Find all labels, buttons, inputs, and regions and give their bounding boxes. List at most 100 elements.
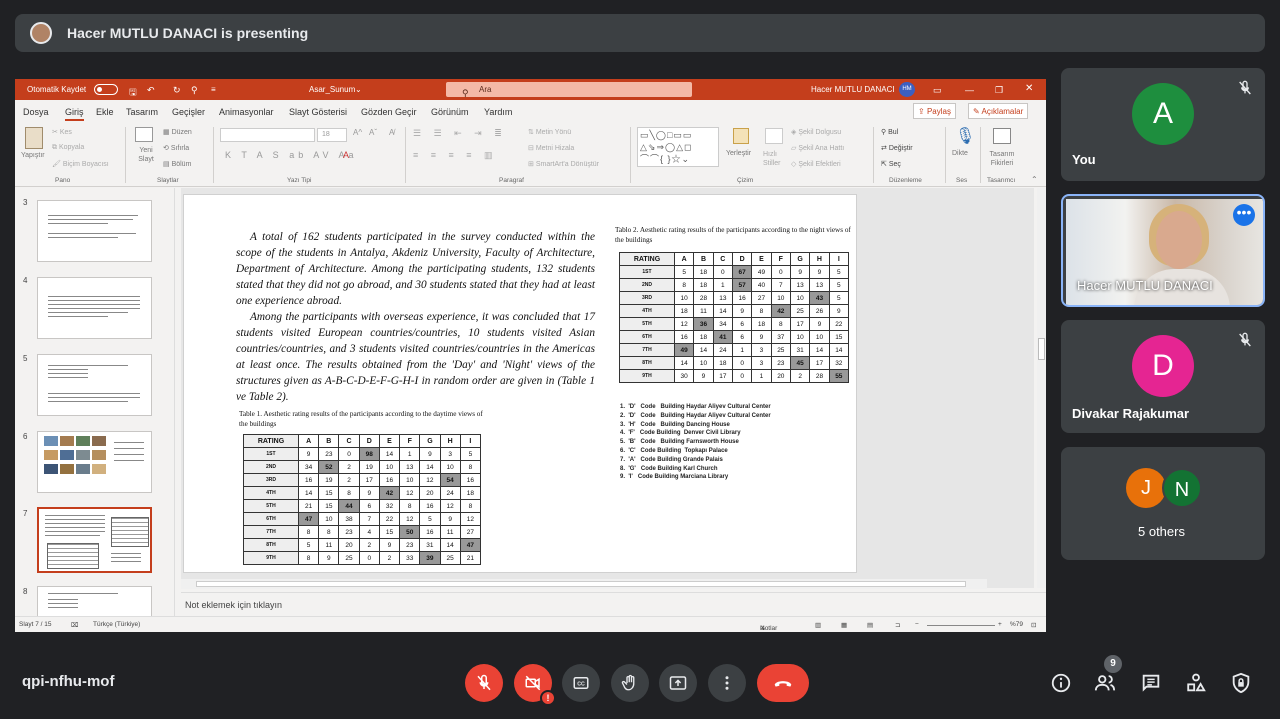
tab-gozden-gecir[interactable]: Gözden Geçir — [361, 107, 417, 117]
camera-toggle-button[interactable]: ! — [514, 664, 556, 706]
arrange-icon[interactable] — [733, 128, 749, 144]
save-icon[interactable]: 🖫 — [129, 85, 137, 101]
file-name[interactable]: Asar_Sunum — [309, 85, 355, 94]
cut-button[interactable]: ✂ Kes — [52, 128, 72, 136]
language-label[interactable]: Türkçe (Türkiye) — [93, 621, 140, 628]
customize-toolbar-icon[interactable]: ≡ — [211, 85, 216, 94]
paste-icon[interactable] — [25, 127, 43, 149]
filename-chevron-icon[interactable]: ⌄ — [355, 85, 362, 94]
slideshow-icon[interactable]: ⊐ — [895, 621, 900, 629]
ribbon-display-icon[interactable]: ▭ — [933, 85, 942, 96]
reading-view-icon[interactable]: ▤ — [867, 621, 873, 629]
share-button[interactable]: ⇪ Paylaş — [913, 103, 956, 119]
tab-slayt-gosterisi[interactable]: Slayt Gösterisi — [289, 107, 347, 117]
more-options-button[interactable] — [708, 664, 746, 702]
comments-button[interactable]: ✎ Açıklamalar — [968, 103, 1029, 119]
tab-yardim[interactable]: Yardım — [484, 107, 512, 117]
account-name[interactable]: Hacer MUTLU DANACI — [811, 85, 895, 94]
mic-toggle-button[interactable] — [465, 664, 503, 702]
host-controls-button[interactable] — [1229, 671, 1253, 695]
minimize-icon[interactable]: — — [965, 85, 974, 95]
scroll-thumb[interactable] — [196, 581, 966, 587]
font-style-buttons[interactable]: K T A S ab AV Aa — [225, 150, 358, 160]
zoom-slider[interactable] — [927, 625, 995, 626]
designer-label[interactable]: Tasarım Fikirleri — [985, 150, 1019, 168]
participant-tile-divakar[interactable]: D Divakar Rajakumar — [1061, 320, 1265, 433]
zoom-out-icon[interactable]: − — [915, 621, 919, 628]
raise-hand-button[interactable] — [611, 664, 649, 702]
zoom-in-icon[interactable]: + — [998, 621, 1002, 628]
tab-gecisler[interactable]: Geçişler — [172, 107, 205, 117]
tab-ekle[interactable]: Ekle — [96, 107, 114, 117]
zoom-level[interactable]: %79 — [1010, 621, 1023, 628]
select-button[interactable]: ⇱ Seç — [881, 160, 901, 168]
table-2-night-ratings[interactable]: RATING A B C D E F G H I 1ST 5 18 0 67 49 0 9 9 5 2ND 8 18 1 57 4… — [619, 252, 850, 383]
slide-thumbnail[interactable] — [37, 431, 152, 493]
quick-styles-icon[interactable] — [765, 128, 783, 144]
paste-label[interactable]: Yapıştır — [21, 152, 45, 159]
search-box[interactable]: ⚲ Ara — [446, 82, 692, 98]
restore-icon[interactable]: ❐ — [995, 85, 1003, 96]
list-buttons[interactable]: ☰ ☰ ⇤ ⇥ ≣ — [413, 128, 507, 139]
chat-button[interactable] — [1139, 671, 1163, 695]
undo-icon[interactable]: ↶ — [147, 85, 155, 96]
slide-body-text[interactable]: A total of 162 students participated in … — [236, 229, 595, 405]
new-slide-icon[interactable] — [135, 127, 153, 142]
present-icon[interactable]: ⚲ — [191, 85, 198, 96]
new-slide-label[interactable]: Yeni Slayt — [136, 146, 156, 164]
clear-format-icon[interactable]: A̸ — [389, 128, 394, 137]
scroll-thumb[interactable] — [1038, 338, 1045, 360]
align-text-button[interactable]: ⊟ Metni Hizala — [528, 144, 574, 152]
participant-tile-others[interactable]: J N 5 others — [1061, 447, 1265, 560]
font-color-icon[interactable]: A — [343, 150, 349, 160]
vertical-scrollbar[interactable] — [1037, 188, 1046, 588]
meeting-details-button[interactable] — [1049, 671, 1073, 695]
font-size-select[interactable]: 18 — [317, 128, 347, 142]
shape-fill-button[interactable]: ◈ Şekil Dolgusu — [791, 128, 841, 136]
participant-tile-you[interactable]: A You — [1061, 68, 1265, 181]
tab-dosya[interactable]: Dosya — [23, 107, 49, 117]
autosave-toggle[interactable] — [94, 84, 118, 95]
align-buttons[interactable]: ≡ ≡ ≡ ≡ ▥ — [413, 150, 498, 161]
fit-slide-icon[interactable]: ⊡ — [1031, 621, 1036, 629]
shape-effects-button[interactable]: ◇ Şekil Efektleri — [791, 160, 841, 168]
collapse-ribbon-icon[interactable]: ⌃ — [1031, 175, 1038, 184]
text-direction-button[interactable]: ⇅ Metin Yönü — [528, 128, 571, 136]
font-grow-icon[interactable]: A^ — [353, 128, 362, 137]
font-shrink-icon[interactable]: Aˇ — [369, 128, 377, 137]
slide-thumbnail-selected[interactable] — [37, 507, 152, 573]
participant-tile-presenter[interactable]: Hacer MUTLU DANACI ••• — [1061, 194, 1265, 307]
smartart-button[interactable]: ⊞ SmartArt'a Dönüştür — [528, 160, 599, 168]
redo-icon[interactable]: ↻ — [173, 85, 181, 96]
find-button[interactable]: ⚲ Bul — [881, 128, 898, 136]
section-button[interactable]: ▤ Bölüm — [163, 160, 191, 168]
tab-tasarim[interactable]: Tasarım — [126, 107, 158, 117]
more-options-icon[interactable]: ••• — [1233, 204, 1255, 226]
slide-thumbnail[interactable] — [37, 277, 152, 339]
slide-thumbnail[interactable] — [37, 200, 152, 262]
present-button[interactable] — [659, 664, 697, 702]
close-icon[interactable]: ✕ — [1025, 83, 1033, 94]
font-family-select[interactable] — [220, 128, 315, 142]
reset-button[interactable]: ⟲ Sıfırla — [163, 144, 189, 152]
replace-button[interactable]: ⇄ Değiştir — [881, 144, 913, 152]
copy-button[interactable]: ⧉ Kopyala — [52, 144, 84, 152]
shape-outline-button[interactable]: ▱ Şekil Ana Hattı — [791, 144, 844, 152]
tab-gorunum[interactable]: Görünüm — [431, 107, 469, 117]
slide-sorter-icon[interactable]: ▦ — [841, 621, 847, 629]
notes-pane[interactable]: Not eklemek için tıklayın — [181, 592, 1046, 616]
layout-button[interactable]: ▦ Düzen — [163, 128, 192, 136]
arrange-label[interactable]: Yerleştir — [726, 150, 751, 157]
dictate-label[interactable]: Dikte — [952, 150, 968, 157]
table-1-daytime-ratings[interactable]: RATING A B C D E F G H I 1ST 9 23 0 98 14 1 9 3 5 2ND 34 52 2 19… — [243, 434, 482, 565]
spellcheck-icon[interactable]: ⌧ — [71, 621, 79, 629]
slide-thumbnail[interactable] — [37, 354, 152, 416]
format-painter-button[interactable]: 🖌 Biçim Boyacısı — [52, 160, 109, 168]
tab-animasyonlar[interactable]: Animasyonlar — [219, 107, 274, 117]
leave-call-button[interactable] — [757, 664, 809, 702]
normal-view-icon[interactable]: ▥ — [815, 621, 821, 629]
account-avatar[interactable]: HM — [899, 82, 915, 97]
shapes-gallery[interactable]: ▭╲◯□▭▭ △⇘⇒◯△◻ ⌒⌒{ }☆⌄ — [637, 127, 719, 167]
captions-button[interactable]: CC — [562, 664, 600, 702]
people-button[interactable]: 9 — [1093, 655, 1122, 695]
